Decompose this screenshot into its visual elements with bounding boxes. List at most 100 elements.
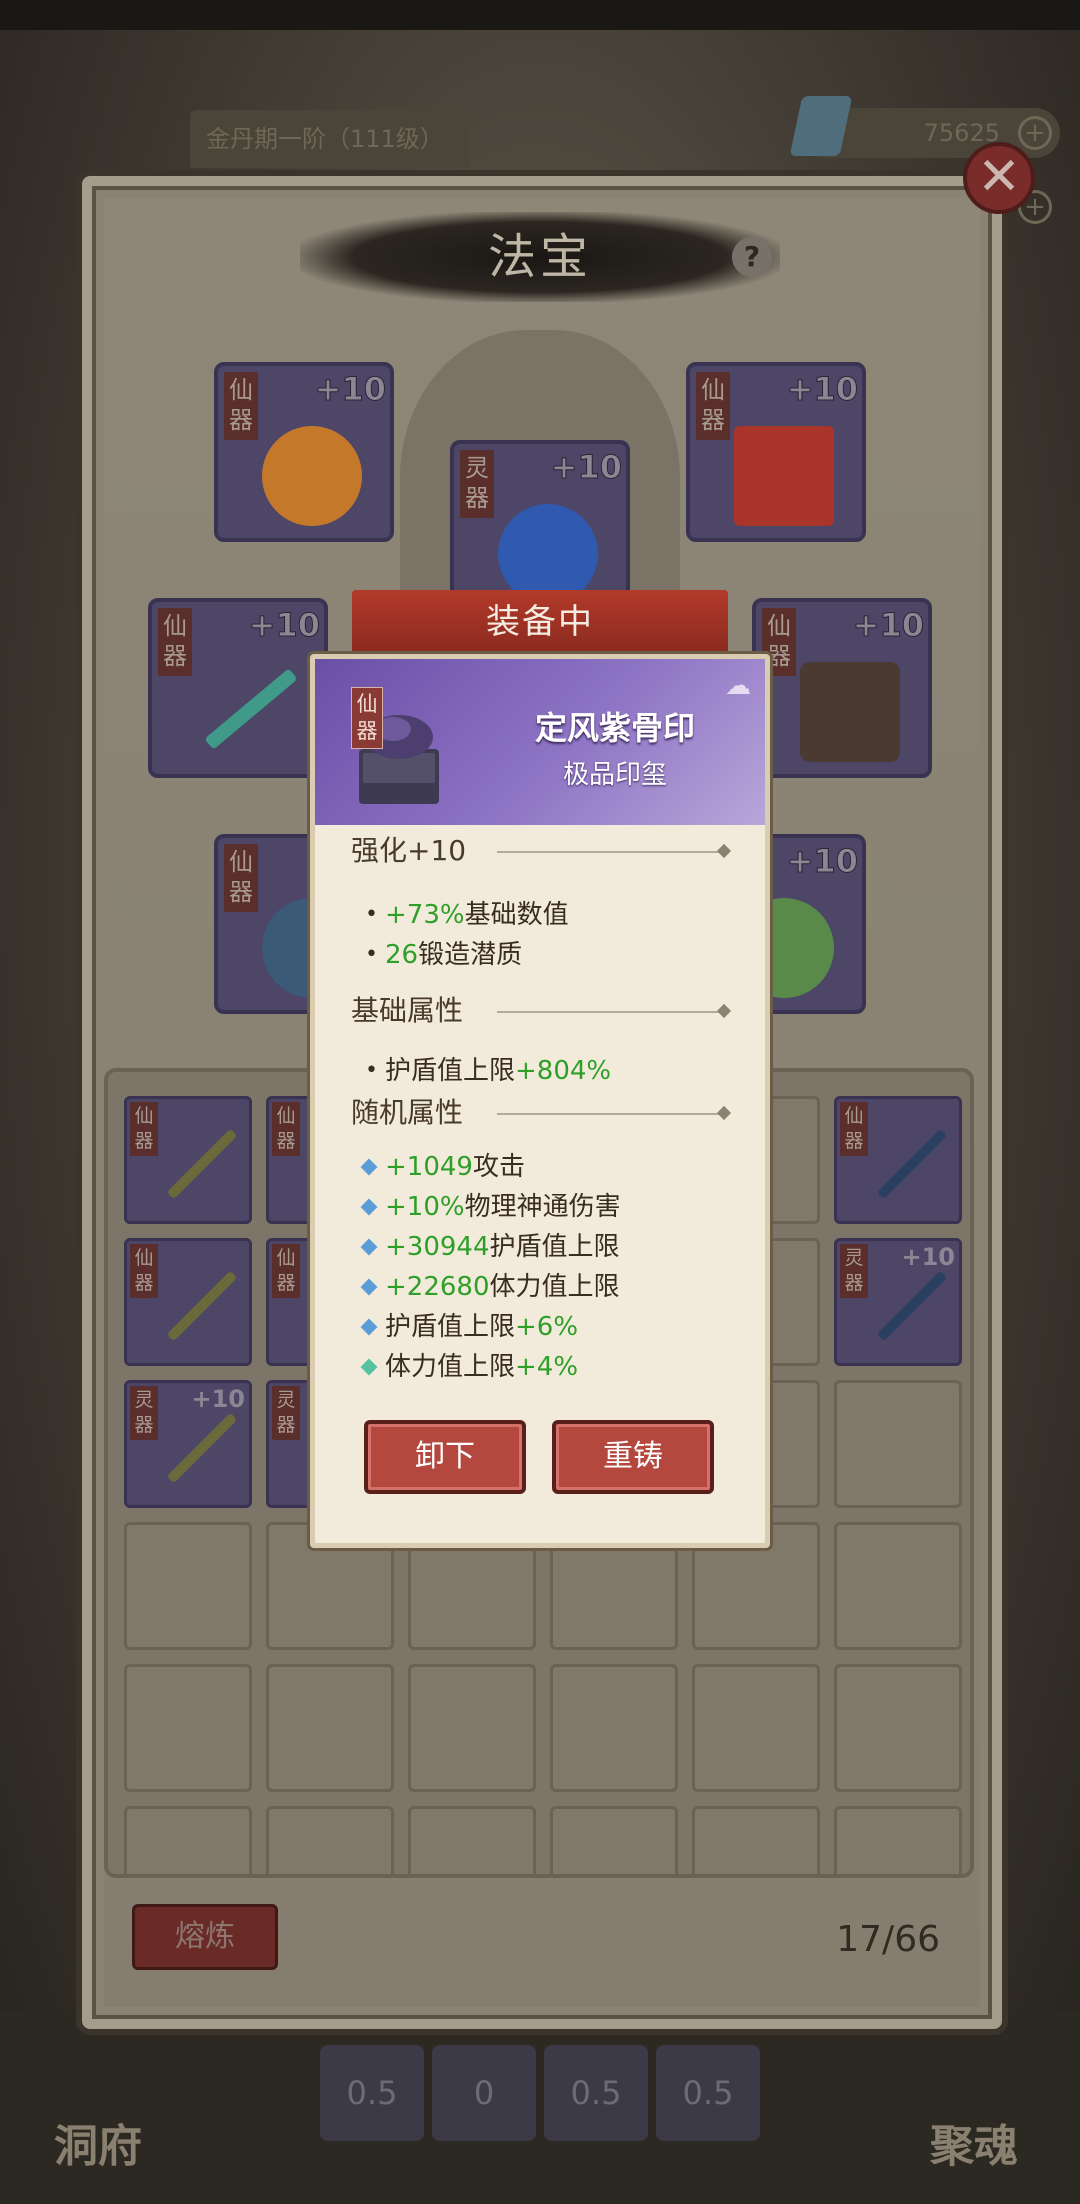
item-tier-tag: 仙器 (351, 687, 383, 749)
inventory-cell[interactable]: 仙器 (124, 1096, 252, 1224)
tier-tag: 仙器 (224, 372, 258, 440)
gem-blue-icon (360, 1278, 378, 1296)
bag-capacity: 17/66 (836, 1919, 940, 1960)
inventory-cell[interactable]: 仙器 (124, 1238, 252, 1366)
gem-blue-icon (360, 1158, 378, 1176)
level-tag: +10 (901, 1243, 955, 1271)
nav-cave[interactable]: 洞府 (54, 2110, 142, 2174)
inventory-cell[interactable] (124, 1522, 252, 1650)
item-detail-popup: 仙器 ☁ 定风紫骨印 极品印玺 强化+10 • +73%基础数值 • 26锻造潜… (310, 654, 770, 1548)
inventory-cell[interactable] (550, 1664, 678, 1792)
inventory-cell[interactable] (834, 1664, 962, 1792)
base-attr-header: 基础属性 (351, 994, 464, 1027)
divider-diamond (716, 1003, 732, 1019)
tier-tag: 仙器 (224, 844, 258, 912)
level-tag: +10 (852, 606, 924, 645)
enhance-stat-1: +73%基础数值 (385, 900, 569, 930)
level-tag: +10 (786, 842, 858, 881)
tier-tag: 仙器 (272, 1244, 300, 1298)
item-type: 极品印玺 (562, 760, 667, 790)
divider (497, 1011, 729, 1013)
random-stat-1: +1049攻击 (385, 1152, 525, 1182)
cloud-icon: ☁ (725, 671, 751, 701)
inventory-cell[interactable] (834, 1522, 962, 1650)
equip-slot-5[interactable]: 仙器 +10 (752, 598, 932, 778)
status-bar (0, 0, 1080, 30)
inventory-cell[interactable] (266, 1664, 394, 1792)
divider (497, 1113, 729, 1115)
random-stat-4: +22680体力值上限 (385, 1272, 620, 1302)
tier-tag: 仙器 (130, 1102, 158, 1156)
bottom-nav (0, 2010, 1080, 2204)
inventory-cell[interactable] (408, 1664, 536, 1792)
divider-diamond (716, 1105, 732, 1121)
equip-slot-4[interactable]: 仙器 +10 (148, 598, 328, 778)
gem-green-icon (360, 1358, 378, 1376)
bagua-mirror-icon (800, 662, 900, 762)
inventory-cell[interactable] (266, 1806, 394, 1874)
sword-icon (166, 1128, 238, 1200)
divider-diamond (716, 843, 732, 859)
sword-icon (876, 1128, 948, 1200)
skill-slot-1[interactable]: 0.5 (320, 2045, 424, 2141)
smelt-button[interactable]: 熔炼 (132, 1904, 278, 1970)
add-currency-button[interactable]: + (1018, 116, 1052, 150)
level-tag: +10 (550, 448, 622, 487)
inventory-cell[interactable] (550, 1806, 678, 1874)
level-tag: +10 (191, 1385, 245, 1413)
skill-slot-3[interactable]: 0.5 (544, 2045, 648, 2141)
panel-title: 法宝 (487, 229, 592, 285)
level-tag: +10 (314, 370, 386, 409)
inventory-cell[interactable] (692, 1806, 820, 1874)
sword-icon (876, 1270, 948, 1342)
level-tag: +10 (248, 606, 320, 645)
tier-tag: 仙器 (130, 1244, 158, 1298)
inventory-cell[interactable]: 灵器 +10 (124, 1380, 252, 1508)
equipped-label: 装备中 (486, 602, 594, 642)
bullet: • (365, 1058, 378, 1083)
nav-soul[interactable]: 聚魂 (930, 2110, 1018, 2174)
random-stat-6: 体力值上限+4% (385, 1352, 579, 1382)
gourd-icon (262, 426, 362, 526)
level-tag: +10 (786, 370, 858, 409)
inventory-cell[interactable] (834, 1806, 962, 1874)
orb-icon (498, 504, 598, 604)
base-stat-1: 护盾值上限+804% (385, 1056, 612, 1086)
unequip-button[interactable]: 卸下 (364, 1420, 526, 1494)
tier-tag: 仙器 (840, 1102, 868, 1156)
enhance-stat-2: 26锻造潜质 (385, 940, 523, 970)
rank-label: 金丹期一阶（111级） (190, 110, 470, 168)
close-button[interactable]: ✕ (963, 142, 1035, 214)
gem-blue-icon (360, 1238, 378, 1256)
item-header: 仙器 ☁ 定风紫骨印 极品印玺 (315, 659, 765, 825)
tier-tag: 仙器 (272, 1102, 300, 1156)
inventory-cell[interactable] (124, 1806, 252, 1874)
divider (497, 851, 729, 853)
random-stat-2: +10%物理神通伤害 (385, 1192, 621, 1222)
gem-blue-icon (360, 1198, 378, 1216)
enhance-header: 强化+10 (351, 834, 467, 867)
inventory-cell[interactable] (692, 1664, 820, 1792)
equip-slot-1[interactable]: 仙器 +10 (214, 362, 394, 542)
inventory-cell[interactable]: 灵器 +10 (834, 1238, 962, 1366)
banner-icon (734, 426, 834, 526)
tier-tag: 灵器 (840, 1244, 868, 1298)
reforge-button[interactable]: 重铸 (552, 1420, 714, 1494)
tier-tag: 灵器 (272, 1386, 300, 1440)
sword-icon (166, 1270, 238, 1342)
random-attr-header: 随机属性 (351, 1096, 464, 1129)
tier-tag: 灵器 (460, 450, 494, 518)
skill-slot-4[interactable]: 0.5 (656, 2045, 760, 2141)
skill-slot-2[interactable]: 0 (432, 2045, 536, 2141)
random-stat-5: 护盾值上限+6% (385, 1312, 579, 1342)
bullet: • (365, 902, 378, 927)
inventory-cell[interactable] (834, 1380, 962, 1508)
tier-tag: 仙器 (158, 608, 192, 676)
inventory-cell[interactable]: 仙器 (834, 1096, 962, 1224)
equip-slot-3[interactable]: 仙器 +10 (686, 362, 866, 542)
inventory-cell[interactable] (124, 1664, 252, 1792)
tier-tag: 仙器 (696, 372, 730, 440)
help-button[interactable]: ? (732, 237, 772, 277)
inventory-cell[interactable] (408, 1806, 536, 1874)
tier-tag: 灵器 (130, 1386, 158, 1440)
